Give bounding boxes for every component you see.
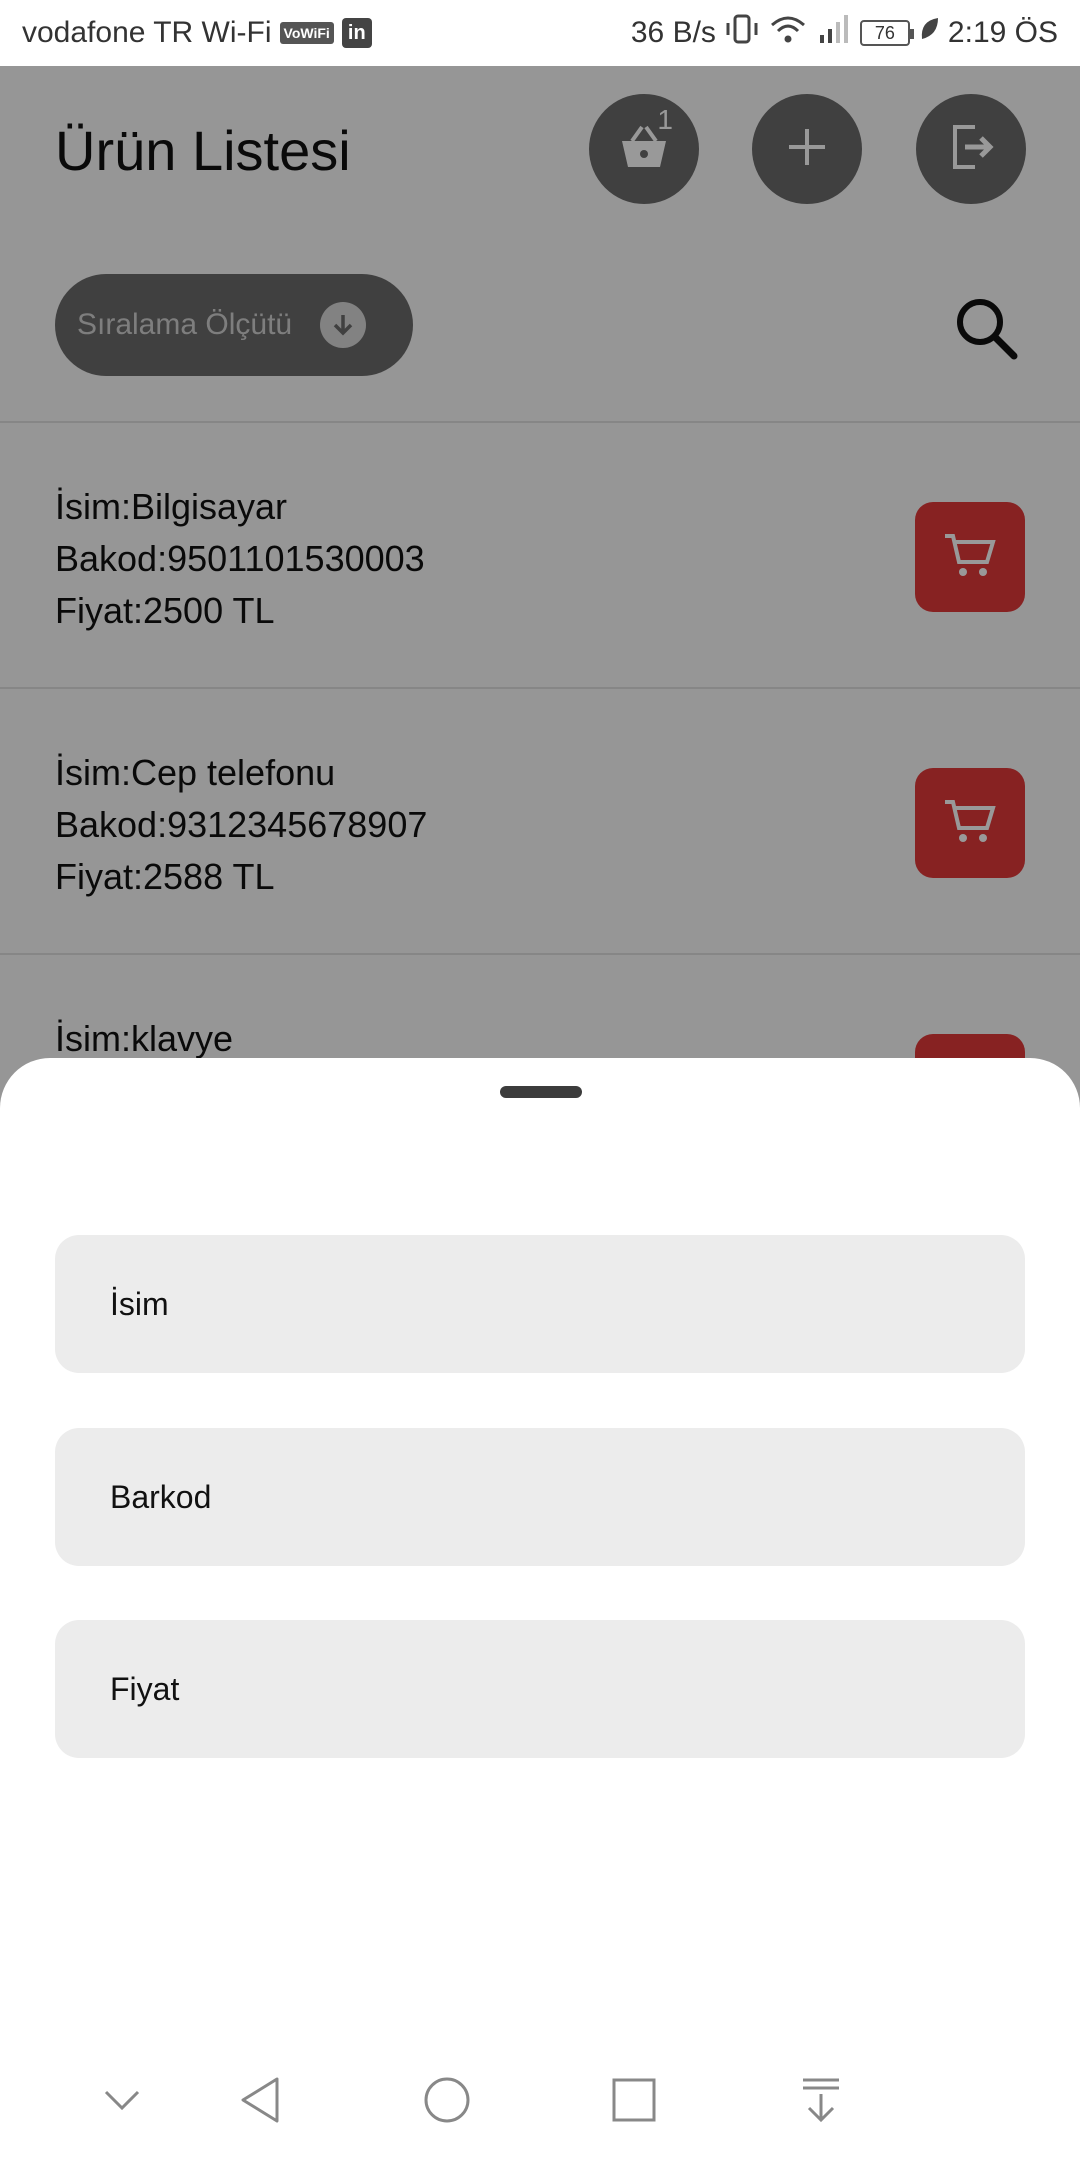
chevron-down-icon[interactable] bbox=[90, 2068, 154, 2132]
sort-option-barcode[interactable]: Barkod bbox=[55, 1428, 1025, 1566]
vibrate-icon bbox=[724, 13, 760, 53]
wifi-icon bbox=[768, 13, 808, 53]
clock: 2:19 ÖS bbox=[947, 16, 1058, 49]
signal-icon bbox=[816, 13, 852, 53]
linkedin-icon: in bbox=[341, 18, 372, 48]
home-icon[interactable] bbox=[415, 2068, 479, 2132]
system-nav-bar bbox=[0, 2040, 1080, 2160]
recents-icon[interactable] bbox=[602, 2068, 666, 2132]
notification-pull-icon[interactable] bbox=[789, 2068, 853, 2132]
battery-icon: 76 bbox=[859, 20, 914, 46]
vowifi-icon: VoWiFi bbox=[279, 22, 334, 44]
drag-handle[interactable] bbox=[500, 1086, 582, 1098]
leaf-icon bbox=[918, 15, 940, 51]
back-icon[interactable] bbox=[228, 2068, 292, 2132]
status-bar: vodafone TR Wi-Fi VoWiFi in 36 B/s 76 2:… bbox=[0, 0, 1080, 66]
battery-level: 76 bbox=[874, 22, 895, 43]
sort-option-name[interactable]: İsim bbox=[55, 1235, 1025, 1373]
carrier-label: vodafone TR Wi-Fi bbox=[22, 16, 272, 49]
sort-option-price[interactable]: Fiyat bbox=[55, 1620, 1025, 1758]
network-speed: 36 B/s bbox=[630, 16, 716, 49]
sort-bottom-sheet: İsim Barkod Fiyat bbox=[0, 1058, 1080, 2160]
